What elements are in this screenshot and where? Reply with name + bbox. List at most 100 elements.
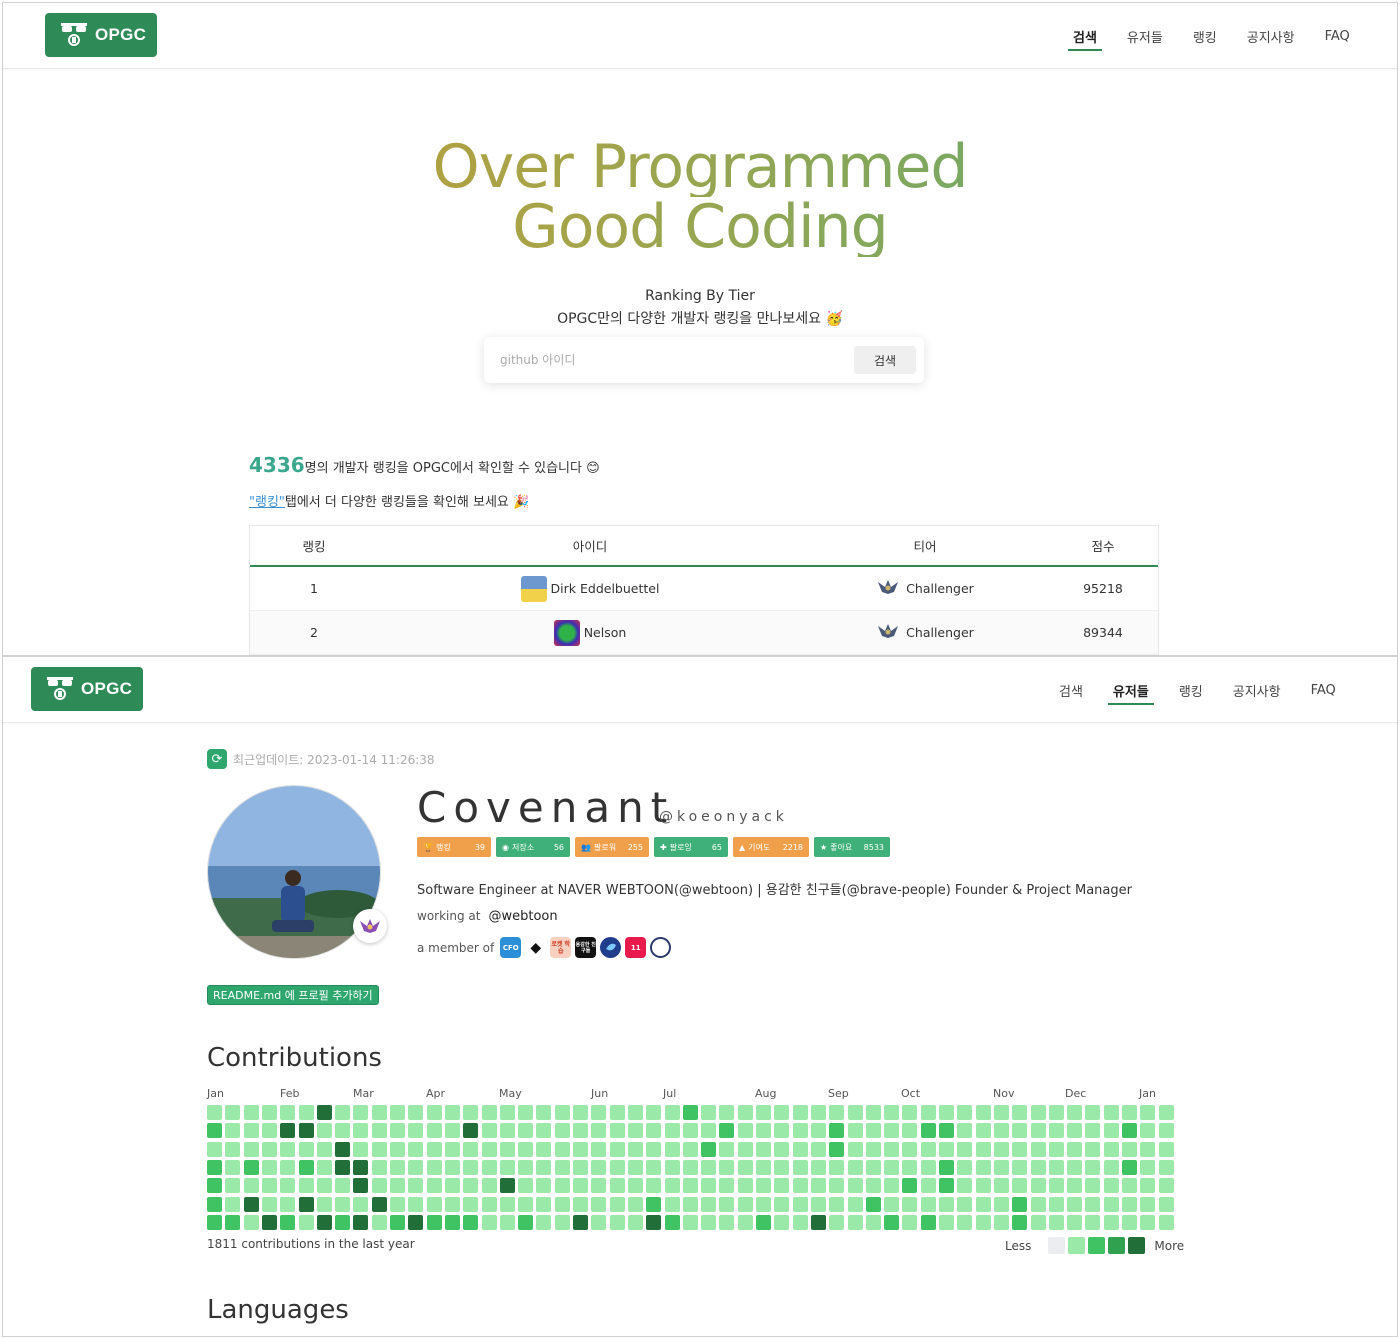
contribution-cell[interactable]: [957, 1105, 973, 1120]
contribution-cell[interactable]: [701, 1105, 717, 1120]
contribution-cell[interactable]: [1030, 1123, 1046, 1139]
contribution-cell[interactable]: [261, 1123, 277, 1139]
contribution-cell[interactable]: [1103, 1214, 1119, 1230]
nav-faq[interactable]: FAQ: [1310, 3, 1365, 69]
contribution-cell[interactable]: [463, 1159, 479, 1175]
contribution-cell[interactable]: [335, 1123, 351, 1139]
contribution-cell[interactable]: [261, 1196, 277, 1212]
contribution-cell[interactable]: [316, 1159, 332, 1175]
contribution-cell[interactable]: [408, 1159, 424, 1175]
refresh-icon[interactable]: ⟳: [207, 749, 227, 769]
contribution-cell[interactable]: [518, 1178, 534, 1194]
contribution-cell[interactable]: [591, 1196, 607, 1212]
contribution-cell[interactable]: [573, 1141, 588, 1157]
contribution-cell[interactable]: [627, 1178, 643, 1194]
contribution-cell[interactable]: [609, 1214, 625, 1230]
contribution-cell[interactable]: [829, 1141, 845, 1157]
contribution-cell[interactable]: [609, 1141, 625, 1157]
contribution-cell[interactable]: [719, 1214, 735, 1230]
contribution-cell[interactable]: [1103, 1178, 1119, 1194]
contribution-cell[interactable]: [316, 1196, 332, 1212]
contribution-cell[interactable]: [1140, 1214, 1156, 1230]
contribution-cell[interactable]: [518, 1159, 534, 1175]
contribution-cell[interactable]: [225, 1105, 241, 1120]
contribution-cell[interactable]: [481, 1105, 497, 1120]
contribution-cell[interactable]: [371, 1123, 387, 1139]
contribution-cell[interactable]: [1122, 1141, 1137, 1157]
contribution-cell[interactable]: [682, 1178, 698, 1194]
contribution-cell[interactable]: [664, 1214, 680, 1230]
contribution-cell[interactable]: [920, 1105, 936, 1120]
table-row[interactable]: 2 Nelson Challenger 89344: [250, 611, 1158, 655]
contribution-cell[interactable]: [939, 1196, 954, 1212]
contribution-cell[interactable]: [390, 1178, 405, 1194]
contribution-cell[interactable]: [865, 1105, 881, 1120]
contribution-cell[interactable]: [737, 1123, 753, 1139]
contribution-cell[interactable]: [737, 1178, 753, 1194]
contribution-cell[interactable]: [261, 1105, 277, 1120]
contribution-cell[interactable]: [701, 1141, 717, 1157]
contribution-cell[interactable]: [1103, 1159, 1119, 1175]
contribution-cell[interactable]: [646, 1105, 662, 1120]
contribution-cell[interactable]: [975, 1196, 991, 1212]
contribution-cell[interactable]: [499, 1159, 515, 1175]
contribution-cell[interactable]: [426, 1105, 442, 1120]
contribution-cell[interactable]: [902, 1141, 918, 1157]
contribution-cell[interactable]: [426, 1141, 442, 1157]
contribution-cell[interactable]: [444, 1105, 460, 1120]
contribution-cell[interactable]: [847, 1105, 863, 1120]
contribution-cell[interactable]: [975, 1178, 991, 1194]
opgc-logo[interactable]: OPGC: [45, 13, 157, 57]
contribution-cell[interactable]: [865, 1178, 881, 1194]
contribution-cell[interactable]: [1085, 1214, 1101, 1230]
contribution-cell[interactable]: [939, 1214, 954, 1230]
contribution-cell[interactable]: [1067, 1214, 1083, 1230]
contribution-cell[interactable]: [298, 1159, 314, 1175]
nav-notices[interactable]: 공지사항: [1232, 3, 1310, 69]
contribution-cell[interactable]: [1140, 1141, 1156, 1157]
contribution-cell[interactable]: [884, 1123, 900, 1139]
contribution-cell[interactable]: [207, 1105, 222, 1120]
org-icon[interactable]: [650, 937, 672, 958]
contribution-cell[interactable]: [627, 1196, 643, 1212]
contribution-cell[interactable]: [444, 1196, 460, 1212]
contribution-cell[interactable]: [1048, 1159, 1064, 1175]
contribution-cell[interactable]: [756, 1178, 771, 1194]
contribution-cell[interactable]: [298, 1123, 314, 1139]
contribution-cell[interactable]: [774, 1178, 790, 1194]
contribution-cell[interactable]: [225, 1196, 241, 1212]
working-org[interactable]: @webtoon: [488, 909, 557, 924]
opgc-logo[interactable]: OPGC: [31, 667, 143, 711]
contribution-cell[interactable]: [756, 1123, 771, 1139]
contribution-cell[interactable]: [774, 1214, 790, 1230]
contribution-cell[interactable]: [847, 1214, 863, 1230]
table-row[interactable]: 1 Dirk Eddelbuettel Challenger 95218: [250, 567, 1158, 611]
contribution-cell[interactable]: [207, 1123, 222, 1139]
contribution-cell[interactable]: [298, 1105, 314, 1120]
contribution-cell[interactable]: [609, 1196, 625, 1212]
github-id-input[interactable]: [500, 350, 830, 370]
contribution-cell[interactable]: [627, 1159, 643, 1175]
contribution-cell[interactable]: [298, 1178, 314, 1194]
contribution-cell[interactable]: [664, 1196, 680, 1212]
contribution-cell[interactable]: [243, 1105, 259, 1120]
contribution-cell[interactable]: [792, 1105, 808, 1120]
contribution-cell[interactable]: [829, 1159, 845, 1175]
contribution-cell[interactable]: [847, 1141, 863, 1157]
contribution-cell[interactable]: [1067, 1141, 1083, 1157]
nav-ranking[interactable]: 랭킹: [1178, 3, 1232, 69]
contribution-cell[interactable]: [682, 1105, 698, 1120]
contribution-cell[interactable]: [481, 1141, 497, 1157]
contribution-cell[interactable]: [225, 1123, 241, 1139]
contribution-cell[interactable]: [957, 1196, 973, 1212]
contribution-cell[interactable]: [737, 1214, 753, 1230]
contribution-cell[interactable]: [554, 1159, 570, 1175]
contribution-cell[interactable]: [627, 1123, 643, 1139]
contribution-cell[interactable]: [701, 1214, 717, 1230]
contribution-cell[interactable]: [865, 1214, 881, 1230]
contribution-cell[interactable]: [280, 1214, 296, 1230]
contribution-cell[interactable]: [810, 1159, 826, 1175]
contribution-cell[interactable]: [1012, 1105, 1028, 1120]
contribution-cell[interactable]: [261, 1141, 277, 1157]
contribution-cell[interactable]: [884, 1159, 900, 1175]
